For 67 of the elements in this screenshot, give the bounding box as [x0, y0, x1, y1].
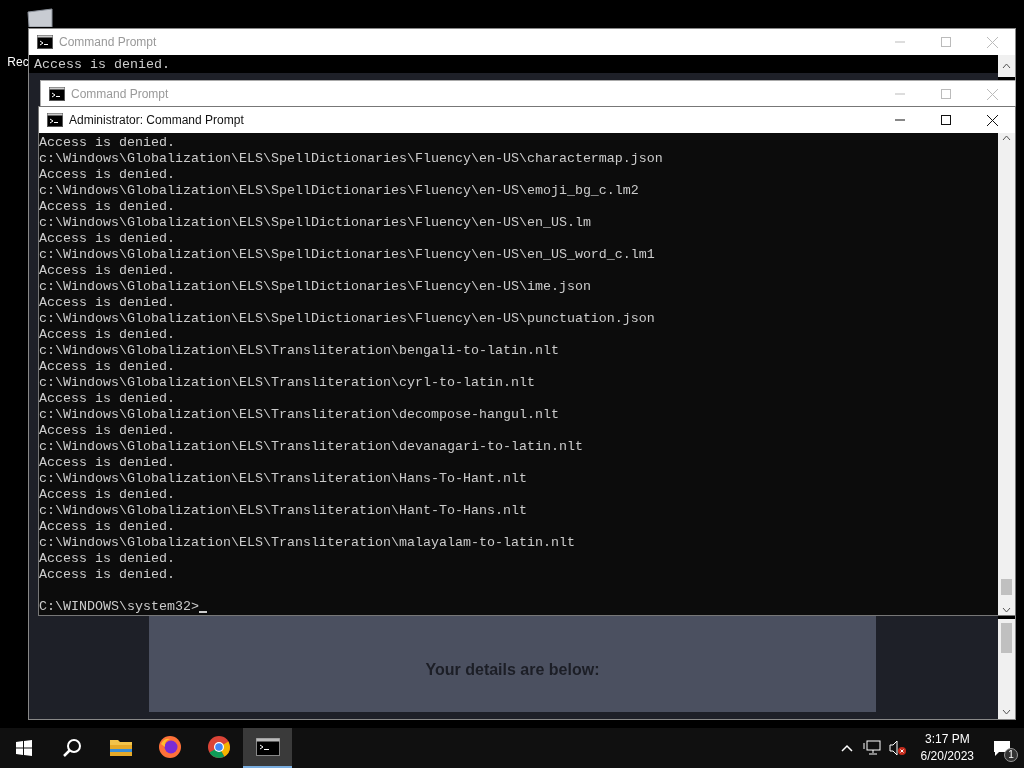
fox-globe-icon — [157, 735, 182, 759]
scroll-up-icon — [1002, 63, 1011, 69]
console-line: c:\Windows\Globalization\ELS\Transliteration\devanagari-to-latin.nlt — [39, 439, 584, 455]
maximize-icon — [941, 37, 951, 47]
command-prompt: C:\WINDOWS\system32> — [39, 599, 199, 615]
notifications-button[interactable]: 1 — [980, 728, 1024, 768]
console-line: Access is denied. — [39, 167, 176, 183]
scroll-thumb[interactable] — [1001, 623, 1012, 653]
close-icon — [986, 88, 998, 100]
scrollbar[interactable] — [998, 619, 1015, 719]
console-line: c:\Windows\Globalization\ELS\SpellDictionaries\Fluency\en-US\en_US_word_c.lm1 — [39, 247, 656, 263]
console-line: c:\Windows\Globalization\ELS\SpellDictionaries\Fluency\en-US\emoji_bg_c.lm2 — [39, 183, 640, 199]
browser-icon — [206, 735, 231, 759]
console-line: c:\Windows\Globalization\ELS\Transliteration\Hans-To-Hant.nlt — [39, 471, 528, 487]
console-line: Access is denied. — [39, 263, 176, 279]
console-line: c:\Windows\Globalization\ELS\Transliteration\Hant-To-Hans.nlt — [39, 503, 528, 519]
icon-label: Rec — [7, 54, 29, 71]
console-line: c:\Windows\Globalization\ELS\Transliteration\decompose-hangul.nlt — [39, 407, 560, 423]
console-line: Access is denied. — [39, 231, 176, 247]
console-icon — [49, 87, 65, 101]
console-line: c:\Windows\Globalization\ELS\SpellDictionaries\Fluency\en-US\punctuation.json — [39, 311, 656, 327]
console-icon — [47, 113, 63, 127]
console-line: c:\Windows\Globalization\ELS\Transliteration\malayalam-to-latin.nlt — [39, 535, 576, 551]
scroll-thumb[interactable] — [1001, 579, 1012, 595]
notification-badge: 1 — [1004, 748, 1018, 762]
console-line: c:\Windows\Globalization\ELS\SpellDictionaries\Fluency\en-US\ime.json — [39, 279, 592, 295]
window-title: Command Prompt — [59, 34, 157, 51]
console-line: Access is denied. — [39, 295, 176, 311]
taskbar-app[interactable] — [243, 728, 292, 768]
scroll-down-icon[interactable] — [1002, 607, 1011, 613]
search-icon — [62, 738, 82, 758]
scrollbar[interactable] — [998, 133, 1015, 615]
console-line: Access is denied. — [39, 551, 176, 567]
maximize-icon — [941, 115, 951, 125]
clock[interactable]: 3:17 PM 6/20/2023 — [914, 731, 980, 765]
message-icon — [993, 739, 1011, 757]
folder-icon — [108, 737, 133, 757]
network-icon[interactable] — [862, 740, 881, 756]
close-icon — [986, 114, 998, 126]
console-line: c:\Windows\Globalization\ELS\Transliteration\cyrl-to-latin.nlt — [39, 375, 536, 391]
console-line: Access is denied. — [34, 57, 171, 73]
console-line: Access is denied. — [39, 359, 176, 375]
console-icon — [255, 738, 280, 756]
console-line: Access is denied. — [39, 519, 176, 535]
console-line: Access is denied. — [39, 135, 176, 151]
console-line: c:\Windows\Globalization\ELS\SpellDictionaries\Fluency\en-US\en_US.lm — [39, 215, 592, 231]
console-icon — [37, 35, 53, 49]
console-line: c:\Windows\Globalization\ELS\SpellDictionaries\Fluency\en-US\charactermap.json — [39, 151, 664, 167]
window-title: Command Prompt — [71, 86, 169, 103]
chevron-up-icon[interactable] — [840, 744, 853, 752]
details-heading: Your details are below: — [425, 660, 600, 680]
scroll-down-icon[interactable] — [1002, 709, 1011, 715]
console-line: Access is denied. — [39, 327, 176, 343]
console-line: Access is denied. — [39, 391, 176, 407]
windows-logo-icon — [16, 740, 32, 756]
console-line: Access is denied. — [39, 487, 176, 503]
console-line: Access is denied. — [39, 423, 176, 439]
close-icon — [986, 36, 998, 48]
console-line: c:\Windows\Globalization\ELS\Transliteration\bengali-to-latin.nlt — [39, 343, 560, 359]
scroll-up-icon[interactable] — [1002, 135, 1011, 141]
console-line: Access is denied. — [39, 199, 176, 215]
speaker-muted-icon[interactable] — [888, 740, 907, 756]
maximize-icon — [941, 89, 951, 99]
console-line: Access is denied. — [39, 455, 176, 471]
text-cursor — [198, 611, 207, 613]
window-title: Administrator: Command Prompt — [69, 112, 244, 129]
console-line: Access is denied. — [39, 567, 176, 583]
